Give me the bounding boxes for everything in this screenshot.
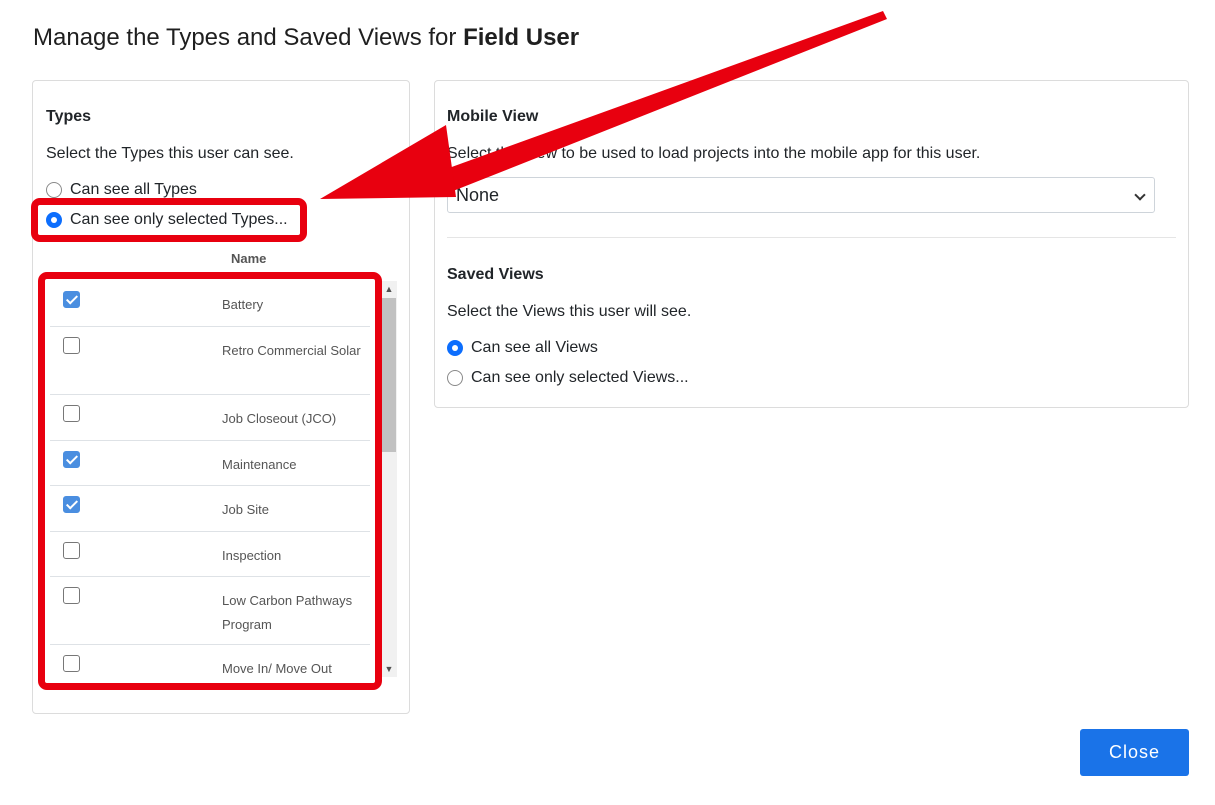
- annotation-highlight-radio: [31, 198, 307, 242]
- radio-see-selected-views[interactable]: Can see only selected Views...: [447, 369, 689, 387]
- views-panel: [434, 80, 1189, 408]
- radio-see-all-types-label: Can see all Types: [70, 181, 197, 198]
- mobile-view-description: Select the View to be used to load proje…: [447, 145, 981, 162]
- radio-see-selected-views-label: Can see only selected Views...: [471, 369, 689, 386]
- mobile-view-heading: Mobile View: [447, 108, 539, 125]
- mobile-view-select[interactable]: None: [447, 177, 1155, 213]
- scroll-up-icon[interactable]: ▲: [381, 281, 397, 297]
- types-list-scrollbar[interactable]: ▲ ▼: [381, 281, 397, 677]
- types-column-header: Name: [231, 251, 267, 266]
- scrollbar-thumb[interactable]: [382, 298, 396, 452]
- chevron-down-icon: [1134, 189, 1146, 201]
- mobile-view-select-value: None: [456, 185, 500, 205]
- radio-see-all-views[interactable]: Can see all Views: [447, 339, 598, 357]
- dialog-title-user: Field User: [463, 24, 580, 51]
- saved-views-heading: Saved Views: [447, 266, 544, 283]
- dialog-title-prefix: Manage the Types and Saved Views for: [33, 24, 457, 51]
- close-button[interactable]: Close: [1080, 729, 1189, 776]
- radio-checked-icon[interactable]: [447, 340, 463, 356]
- types-description: Select the Types this user can see.: [46, 145, 294, 162]
- section-divider: [447, 237, 1176, 238]
- radio-circle-icon[interactable]: [447, 370, 463, 386]
- dialog-title: Manage the Types and Saved Views for Fie…: [33, 24, 579, 52]
- radio-see-all-views-label: Can see all Views: [471, 339, 598, 356]
- types-heading: Types: [46, 108, 92, 125]
- radio-circle-icon[interactable]: [46, 182, 62, 198]
- saved-views-description: Select the Views this user will see.: [447, 303, 692, 320]
- scroll-down-icon[interactable]: ▼: [381, 661, 397, 677]
- radio-see-all-types[interactable]: Can see all Types: [46, 181, 197, 199]
- annotation-highlight-list: [38, 272, 382, 690]
